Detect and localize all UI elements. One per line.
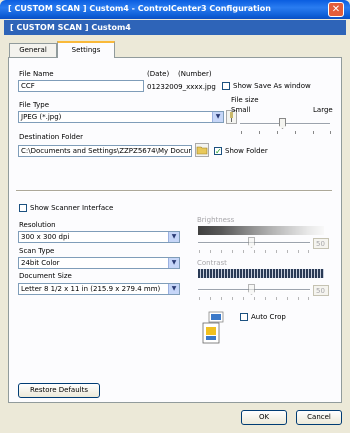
scan-type-value: 24bit Color [21, 259, 60, 267]
auto-crop-label: Auto Crop [251, 313, 286, 321]
brightness-label: Brightness [197, 216, 235, 224]
resolution-value: 300 x 300 dpi [21, 233, 70, 241]
divider [16, 190, 332, 192]
contrast-pattern [198, 269, 324, 278]
file-size-large-label: Large [313, 106, 333, 114]
brightness-ticks [198, 250, 310, 254]
show-scanner-interface-checkbox[interactable] [19, 204, 27, 212]
document-size-select[interactable]: Letter 8 1/2 x 11 in (215.9 x 279.4 mm) … [18, 283, 180, 295]
auto-crop-icon [197, 311, 235, 345]
file-type-value: JPEG (*.jpg) [21, 113, 62, 121]
scan-type-label: Scan Type [19, 247, 55, 255]
number-label: (Number) [178, 70, 212, 78]
chevron-down-icon[interactable]: ▼ [168, 258, 179, 268]
file-size-small-label: Small [231, 106, 251, 114]
contrast-label: Contrast [197, 259, 227, 267]
date-label: (Date) [147, 70, 170, 78]
file-name-suffix: 01232009_xxxx.jpg [147, 83, 216, 91]
close-icon[interactable]: ✕ [328, 2, 344, 17]
show-folder-label: Show Folder [225, 147, 268, 155]
folder-icon [196, 146, 208, 155]
show-save-as-label: Show Save As window [233, 82, 311, 90]
destination-folder-label: Destination Folder [19, 133, 84, 141]
resolution-label: Resolution [19, 221, 56, 229]
browse-folder-button[interactable] [195, 143, 209, 157]
file-type-select[interactable]: JPEG (*.jpg) ▼ [18, 111, 224, 123]
chevron-down-icon[interactable]: ▼ [168, 232, 179, 242]
destination-folder-input[interactable]: C:\Documents and Settings\ZZPZ5674\My Do… [18, 145, 192, 157]
window-title: [ CUSTOM SCAN ] Custom4 - ControlCenter3… [8, 4, 271, 13]
auto-crop-checkbox[interactable] [240, 313, 248, 321]
file-type-label: File Type [19, 101, 50, 109]
ok-button[interactable]: OK [241, 410, 287, 425]
chevron-down-icon[interactable]: ▼ [168, 284, 179, 294]
show-save-as-checkbox[interactable] [222, 82, 230, 90]
file-name-label: File Name [19, 70, 54, 78]
scan-type-select[interactable]: 24bit Color ▼ [18, 257, 180, 269]
tab-general[interactable]: General [9, 43, 57, 57]
show-folder-checkbox[interactable]: ✓ [214, 147, 222, 156]
tab-settings[interactable]: Settings [57, 41, 115, 58]
chevron-down-icon[interactable]: ▼ [212, 112, 223, 122]
document-size-value: Letter 8 1/2 x 11 in (215.9 x 279.4 mm) [21, 285, 161, 293]
document-size-label: Document Size [19, 272, 72, 280]
resolution-select[interactable]: 300 x 300 dpi ▼ [18, 231, 180, 243]
file-name-input[interactable]: CCF [18, 80, 144, 92]
header-title: [ CUSTOM SCAN ] Custom4 [10, 23, 131, 32]
cancel-button[interactable]: Cancel [296, 410, 342, 425]
contrast-value: 50 [313, 285, 329, 296]
checkmark-icon: ✓ [215, 147, 222, 156]
file-size-ticks [240, 131, 332, 135]
restore-defaults-button[interactable]: Restore Defaults [18, 383, 100, 398]
brightness-gradient [198, 226, 324, 235]
contrast-ticks [198, 297, 310, 301]
file-size-label: File size [231, 96, 259, 104]
show-scanner-interface-label: Show Scanner Interface [30, 204, 114, 212]
brightness-value: 50 [313, 238, 329, 249]
